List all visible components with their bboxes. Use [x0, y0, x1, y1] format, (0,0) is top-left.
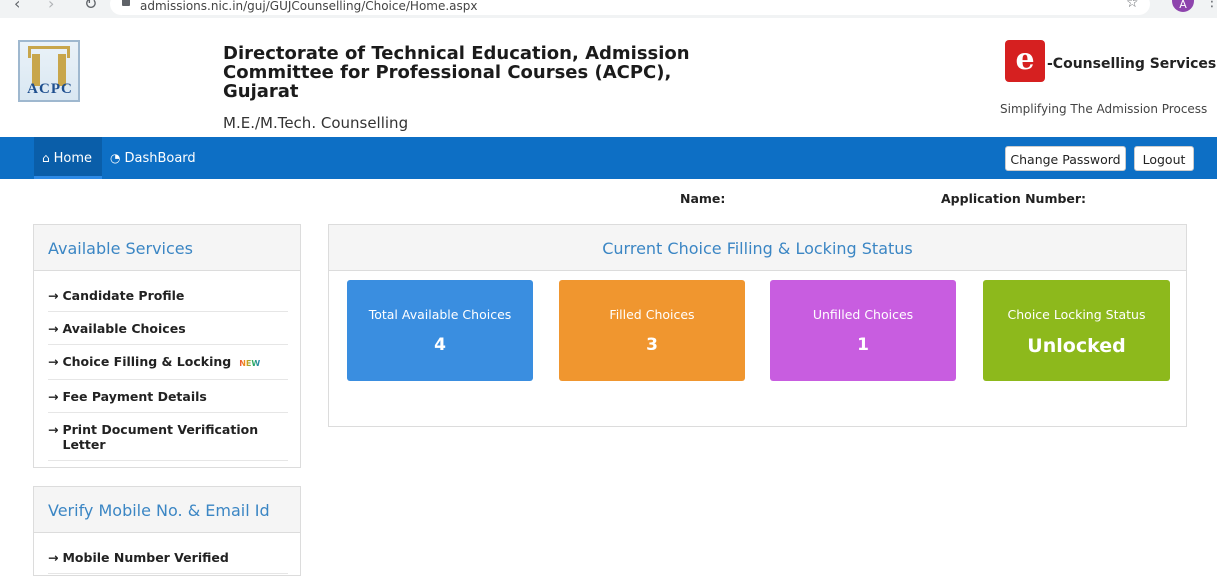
arrow-right-icon: → [48, 389, 59, 404]
service-available-choices[interactable]: → Available Choices [48, 312, 288, 345]
choice-status-title: Current Choice Filling & Locking Status [329, 225, 1186, 271]
service-label: Candidate Profile [62, 288, 185, 303]
home-icon: ⌂ [42, 151, 50, 165]
card-value: 1 [857, 335, 869, 355]
available-services-panel: Available Services → Candidate Profile → A… [33, 224, 301, 468]
filled-choices-card: Filled Choices 3 [559, 280, 745, 381]
card-title: Filled Choices [609, 307, 695, 322]
unfilled-choices-card: Unfilled Choices 1 [770, 280, 956, 381]
card-title: Unfilled Choices [812, 307, 914, 322]
lock-icon [122, 0, 130, 6]
service-fee-payment-details[interactable]: → Fee Payment Details [48, 380, 288, 413]
counselling-subtitle: M.E./M.Tech. Counselling [223, 114, 409, 132]
e-counselling-label: -Counselling Services [1047, 56, 1217, 72]
nav-dashboard[interactable]: ◔ DashBoard [110, 137, 196, 179]
service-candidate-profile[interactable]: → Candidate Profile [48, 271, 288, 312]
bookmark-star-icon[interactable]: ☆ [1126, 0, 1139, 11]
e-counselling-badge-icon: e [1005, 40, 1045, 82]
logo-text: ACPC [27, 81, 73, 97]
dashboard-icon: ◔ [110, 151, 121, 165]
nav-home-label: Home [53, 151, 93, 166]
logout-button[interactable]: Logout [1134, 146, 1194, 171]
browser-toolbar: ‹ › ↻ admissions.nic.in/guj/GUJCounselli… [0, 0, 1217, 18]
available-services-title: Available Services [34, 225, 300, 271]
change-password-button[interactable]: Change Password [1005, 146, 1126, 171]
nav-home[interactable]: ⌂ Home [34, 137, 102, 179]
card-title: Choice Locking Status [1007, 307, 1146, 322]
service-label: Choice Filling & Locking [62, 354, 232, 369]
service-choice-filling-locking[interactable]: → Choice Filling & Locking NEW [48, 345, 288, 380]
verify-item-label: Mobile Number Verified [62, 550, 229, 565]
application-number-label: Application Number: [941, 191, 1087, 206]
arrow-right-icon: → [48, 422, 59, 437]
service-label: Available Choices [62, 321, 186, 336]
service-label: Fee Payment Details [62, 389, 207, 404]
e-counselling-tagline: Simplifying The Admission Process [1000, 102, 1208, 116]
nav-dashboard-label: DashBoard [124, 151, 196, 166]
new-badge: NEW [239, 359, 261, 368]
card-value: 3 [646, 335, 658, 355]
acpc-logo[interactable]: ACPC [18, 40, 80, 102]
organization-title: Directorate of Technical Education, Admi… [223, 43, 690, 102]
verify-contact-title: Verify Mobile No. & Email Id [34, 487, 300, 533]
profile-avatar[interactable]: A [1172, 0, 1194, 12]
address-bar-url: admissions.nic.in/guj/GUJCounselling/Cho… [140, 0, 478, 13]
reload-icon[interactable]: ↻ [84, 0, 97, 13]
service-print-verification-letter[interactable]: → Print Document Verification Letter [48, 413, 288, 461]
verify-contact-panel: Verify Mobile No. & Email Id → Mobile Num… [33, 486, 301, 576]
candidate-name-label: Name: [680, 191, 726, 206]
browser-menu-icon[interactable]: ⋮ [1205, 0, 1217, 10]
total-choices-card: Total Available Choices 4 [347, 280, 533, 381]
arrow-right-icon: → [48, 321, 59, 336]
arrow-right-icon: → [48, 550, 59, 565]
address-bar[interactable]: admissions.nic.in/guj/GUJCounselling/Cho… [110, 0, 1150, 15]
verify-list: → Mobile Number Verified [34, 533, 300, 574]
forward-arrow-icon[interactable]: › [48, 0, 54, 13]
card-title: Total Available Choices [368, 307, 512, 322]
back-arrow-icon[interactable]: ‹ [14, 0, 20, 13]
services-list: → Candidate Profile → Available Choices → C… [34, 271, 300, 461]
main-navbar: ⌂ Home ◔ DashBoard Change Password Logout [0, 137, 1217, 179]
choice-status-panel: Current Choice Filling & Locking Status … [328, 224, 1187, 427]
site-header: ACPC Directorate of Technical Education,… [0, 18, 1217, 137]
arrow-right-icon: → [48, 288, 59, 303]
mobile-verified-item[interactable]: → Mobile Number Verified [48, 533, 288, 574]
card-value: Unlocked [1027, 335, 1126, 357]
card-value: 4 [434, 335, 446, 355]
arrow-right-icon: → [48, 354, 59, 369]
service-label: Print Document Verification Letter [62, 422, 259, 452]
locking-status-card: Choice Locking Status Unlocked [983, 280, 1170, 381]
